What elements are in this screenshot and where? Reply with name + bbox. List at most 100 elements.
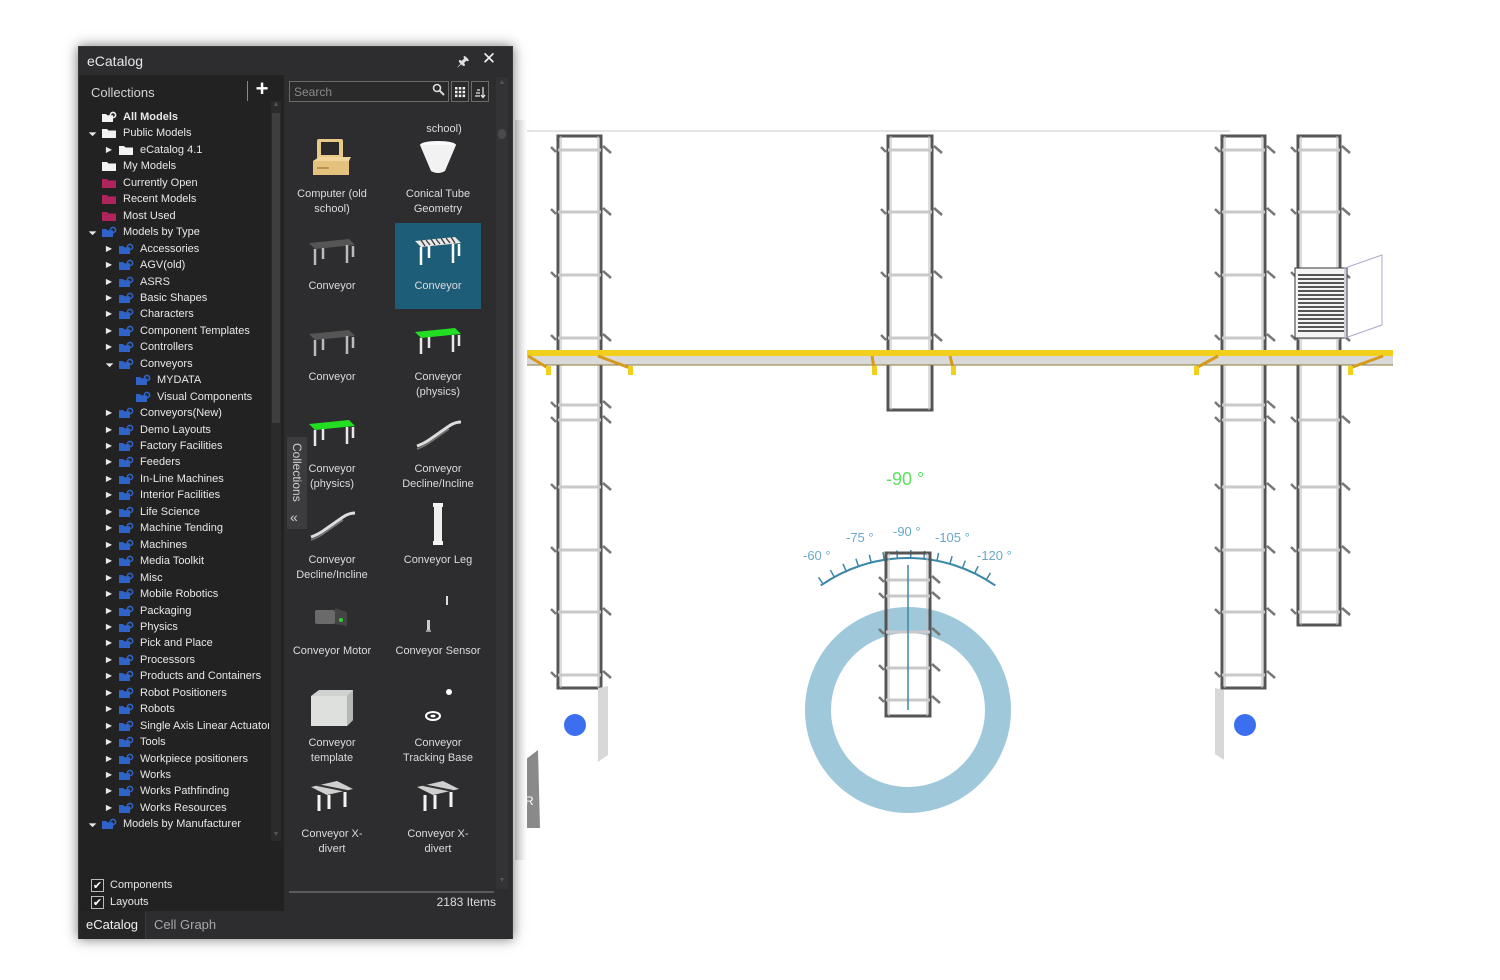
tree-item[interactable]: ▶ Machine Tending [104,520,267,536]
tree-item[interactable]: My Models [87,158,267,174]
tree-item[interactable]: ▶ Single Axis Linear Actuator [104,718,269,734]
collapsed-arrow-icon[interactable]: ▶ [104,504,114,520]
plus-icon[interactable]: + [251,77,273,101]
catalog-item[interactable]: Conveyor [395,223,481,309]
catalog-item[interactable]: Conveyor [289,314,375,400]
tree-item[interactable]: ▶ Characters [104,306,267,322]
search-icon[interactable] [432,83,448,99]
scene-canvas[interactable]: R [515,0,1500,980]
tree-item[interactable]: ▶ Physics [104,619,267,635]
tree-item[interactable]: ▶ Pick and Place [104,635,267,651]
tree-item[interactable]: ▶ AGV(old) [104,257,267,273]
tree-item[interactable]: Visual Components [121,389,267,405]
collapsed-arrow-icon[interactable]: ▶ [104,586,114,602]
pin-icon[interactable]: 🖈 [455,51,471,69]
collapsed-arrow-icon[interactable]: ▶ [104,553,114,569]
tree-item[interactable]: ▶ Processors [104,652,267,668]
collapsed-arrow-icon[interactable]: ▶ [104,323,114,339]
collapsed-arrow-icon[interactable]: ▶ [104,290,114,306]
tree-scrollbar[interactable]: ▲ ▼ [271,101,281,841]
collapsed-arrow-icon[interactable]: ▶ [104,520,114,536]
collapsed-arrow-icon[interactable]: ▶ [104,306,114,322]
tree-item[interactable]: ◢ Models by Type [87,224,267,240]
tab-ecatalog[interactable]: eCatalog [79,911,147,939]
collapsed-arrow-icon[interactable]: ▶ [104,619,114,635]
scroll-down-icon[interactable]: ▼ [271,831,281,841]
expanded-arrow-icon[interactable]: ◢ [83,815,101,833]
collapsed-arrow-icon[interactable]: ▶ [104,537,114,553]
expanded-arrow-icon[interactable]: ◢ [83,223,101,241]
collapsed-arrow-icon[interactable]: ▶ [104,718,114,734]
collapsed-arrow-icon[interactable]: ▶ [104,751,114,767]
tree-item[interactable]: ▶ Works [104,767,267,783]
catalog-item[interactable]: Conveyor [289,223,375,309]
tree-item[interactable]: ▶ Machines [104,537,267,553]
tree-item[interactable]: ▶ Workpiece positioners [104,751,267,767]
catalog-item[interactable]: Computer (old school) [289,131,375,217]
collapsed-arrow-icon[interactable]: ▶ [104,257,114,273]
catalog-item[interactable]: Conveyor X-divert [395,771,481,857]
collapsed-arrow-icon[interactable]: ▶ [104,800,114,816]
tree-item[interactable]: ◢ Public Models [87,125,267,141]
catalog-item[interactable]: Conveyor X-divert [289,771,375,857]
collapsed-arrow-icon[interactable]: ▶ [104,471,114,487]
tree-item[interactable]: ▶ eCatalog 4.1 [104,142,267,158]
catalog-item[interactable]: Conveyor Motor [289,588,375,674]
collapsed-arrow-icon[interactable]: ▶ [104,142,114,158]
tree-item[interactable]: ▶ Tools [104,734,267,750]
items-scroll-thumb[interactable] [498,129,506,139]
tree-item[interactable]: ▶ Robot Positioners [104,685,267,701]
collapsed-arrow-icon[interactable]: ▶ [104,635,114,651]
tree-item[interactable]: ▶ Controllers [104,339,267,355]
collapsed-arrow-icon[interactable]: ▶ [104,241,114,257]
tree-item[interactable]: Recent Models [87,191,267,207]
catalog-item[interactable]: Conical Tube Geometry [395,131,481,217]
tree-item[interactable]: ▶ Component Templates [104,323,267,339]
collapsed-arrow-icon[interactable]: ▶ [104,422,114,438]
tree-item[interactable]: ▶ Accessories [104,241,267,257]
tree-item[interactable]: ▶ Misc [104,570,267,586]
tree-item[interactable]: Currently Open [87,175,267,191]
tree-item[interactable]: ▶ Interior Facilities [104,487,267,503]
close-icon[interactable]: ✕ [480,49,498,69]
items-scrollbar[interactable]: ▲ ▼ [496,77,508,889]
catalog-item[interactable]: Conveyor (physics) [395,314,481,400]
tree-item[interactable]: ▶ Media Toolkit [104,553,267,569]
double-chevron-left-icon[interactable]: « [290,509,298,525]
collapsed-arrow-icon[interactable]: ▶ [104,438,114,454]
collapsed-arrow-icon[interactable]: ▶ [104,405,114,421]
tree-item[interactable]: MYDATA [121,372,267,388]
scroll-up-icon[interactable]: ▲ [271,101,281,111]
tree-item[interactable]: ▶ In-Line Machines [104,471,267,487]
collapsed-arrow-icon[interactable]: ▶ [104,701,114,717]
collapsed-arrow-icon[interactable]: ▶ [104,339,114,355]
components-checkbox[interactable]: ✔ [91,879,104,892]
tree-item[interactable]: ▶ Basic Shapes [104,290,267,306]
catalog-item[interactable]: Conveyor Sensor [395,588,481,674]
collapsed-arrow-icon[interactable]: ▶ [104,454,114,470]
tree-item[interactable]: ▶ Conveyors(New) [104,405,267,421]
tree-item[interactable]: All Models [87,109,267,125]
tree-item[interactable]: ▶ Life Science [104,504,267,520]
catalog-item[interactable]: Conveyor Tracking Base [395,680,481,766]
filter-layouts[interactable]: ✔ Layouts [91,894,251,911]
collapsed-arrow-icon[interactable]: ▶ [104,603,114,619]
panel-titlebar[interactable]: eCatalog 🖈 ✕ [79,47,512,75]
tree-scroll-thumb[interactable] [272,113,280,423]
items-scroll-down-icon[interactable]: ▼ [497,877,507,887]
collections-side-tab[interactable]: Collections « [287,437,307,529]
expanded-arrow-icon[interactable]: ◢ [100,355,118,373]
filter-components[interactable]: ✔ Components [91,877,251,894]
expanded-arrow-icon[interactable]: ◢ [83,124,101,142]
collapsed-arrow-icon[interactable]: ▶ [104,652,114,668]
collapsed-arrow-icon[interactable]: ▶ [104,274,114,290]
items-scroll-up-icon[interactable]: ▲ [497,79,507,89]
tree-item[interactable]: ▶ Products and Containers [104,668,267,684]
collapsed-arrow-icon[interactable]: ▶ [104,570,114,586]
collapsed-arrow-icon[interactable]: ▶ [104,734,114,750]
tree-item[interactable]: ▶ Mobile Robotics [104,586,267,602]
collapsed-arrow-icon[interactable]: ▶ [104,685,114,701]
search-box[interactable] [289,81,449,102]
tab-cell-graph[interactable]: Cell Graph [147,911,223,939]
tree-item[interactable]: ◢ Models by Manufacturer [87,816,267,832]
